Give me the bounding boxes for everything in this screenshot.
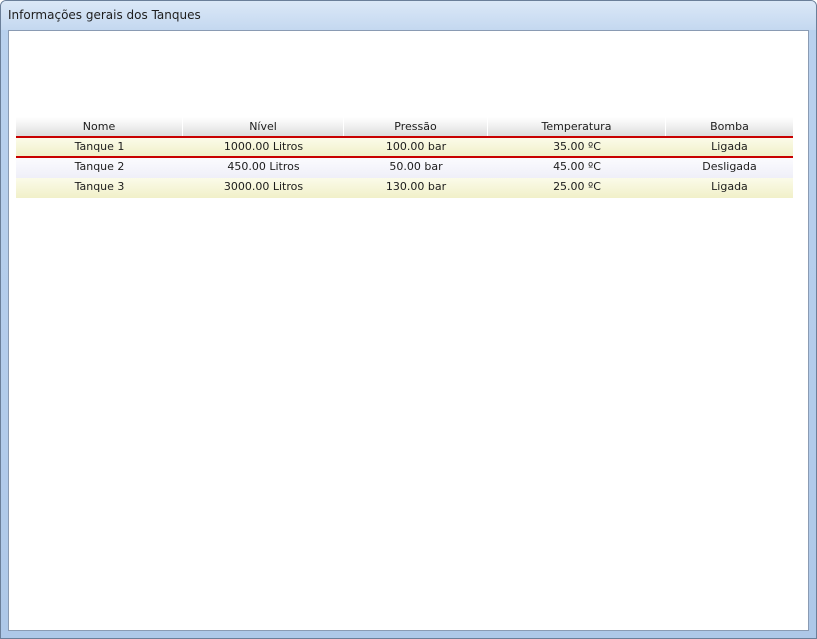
cell-pressao: 100.00 bar bbox=[385, 140, 447, 153]
title-bar[interactable]: Informações gerais dos Tanques bbox=[1, 1, 816, 30]
cell-nivel: 450.00 Litros bbox=[227, 160, 300, 173]
cell-temperatura: 35.00 ºC bbox=[553, 140, 601, 153]
tanks-table: Nome Nível Pressão Temperatura Bomba Tan… bbox=[16, 117, 793, 198]
column-header-temperatura[interactable]: Temperatura bbox=[488, 117, 666, 136]
cell-nome: Tanque 1 bbox=[74, 140, 125, 153]
cell-nivel: 1000.00 Litros bbox=[223, 140, 304, 153]
cell-nome: Tanque 3 bbox=[74, 180, 125, 193]
tank-info-window: Informações gerais dos Tanques Nome Níve… bbox=[0, 0, 817, 639]
cell-bomba: Ligada bbox=[711, 180, 748, 193]
cell-nivel: 3000.00 Litros bbox=[223, 180, 304, 193]
cell-nome: Tanque 2 bbox=[74, 160, 125, 173]
cell-bomba: Desligada bbox=[702, 160, 757, 173]
column-header-nome[interactable]: Nome bbox=[16, 117, 183, 136]
cell-bomba: Ligada bbox=[711, 140, 748, 153]
cell-temperatura: 25.00 ºC bbox=[553, 180, 601, 193]
table-row[interactable]: Tanque 3 3000.00 Litros 130.00 bar 25.00… bbox=[16, 178, 793, 198]
column-header-pressao[interactable]: Pressão bbox=[344, 117, 488, 136]
window-title: Informações gerais dos Tanques bbox=[8, 8, 201, 22]
table-row[interactable]: Tanque 2 450.00 Litros 50.00 bar 45.00 º… bbox=[16, 158, 793, 178]
cell-pressao: 130.00 bar bbox=[385, 180, 447, 193]
cell-temperatura: 45.00 ºC bbox=[553, 160, 601, 173]
window-content: Nome Nível Pressão Temperatura Bomba Tan… bbox=[8, 30, 809, 631]
column-header-nivel[interactable]: Nível bbox=[183, 117, 344, 136]
cell-pressao: 50.00 bar bbox=[389, 160, 443, 173]
column-header-bomba[interactable]: Bomba bbox=[666, 117, 793, 136]
table-row[interactable]: Tanque 1 1000.00 Litros 100.00 bar 35.00… bbox=[16, 138, 793, 158]
table-header: Nome Nível Pressão Temperatura Bomba bbox=[16, 117, 793, 138]
